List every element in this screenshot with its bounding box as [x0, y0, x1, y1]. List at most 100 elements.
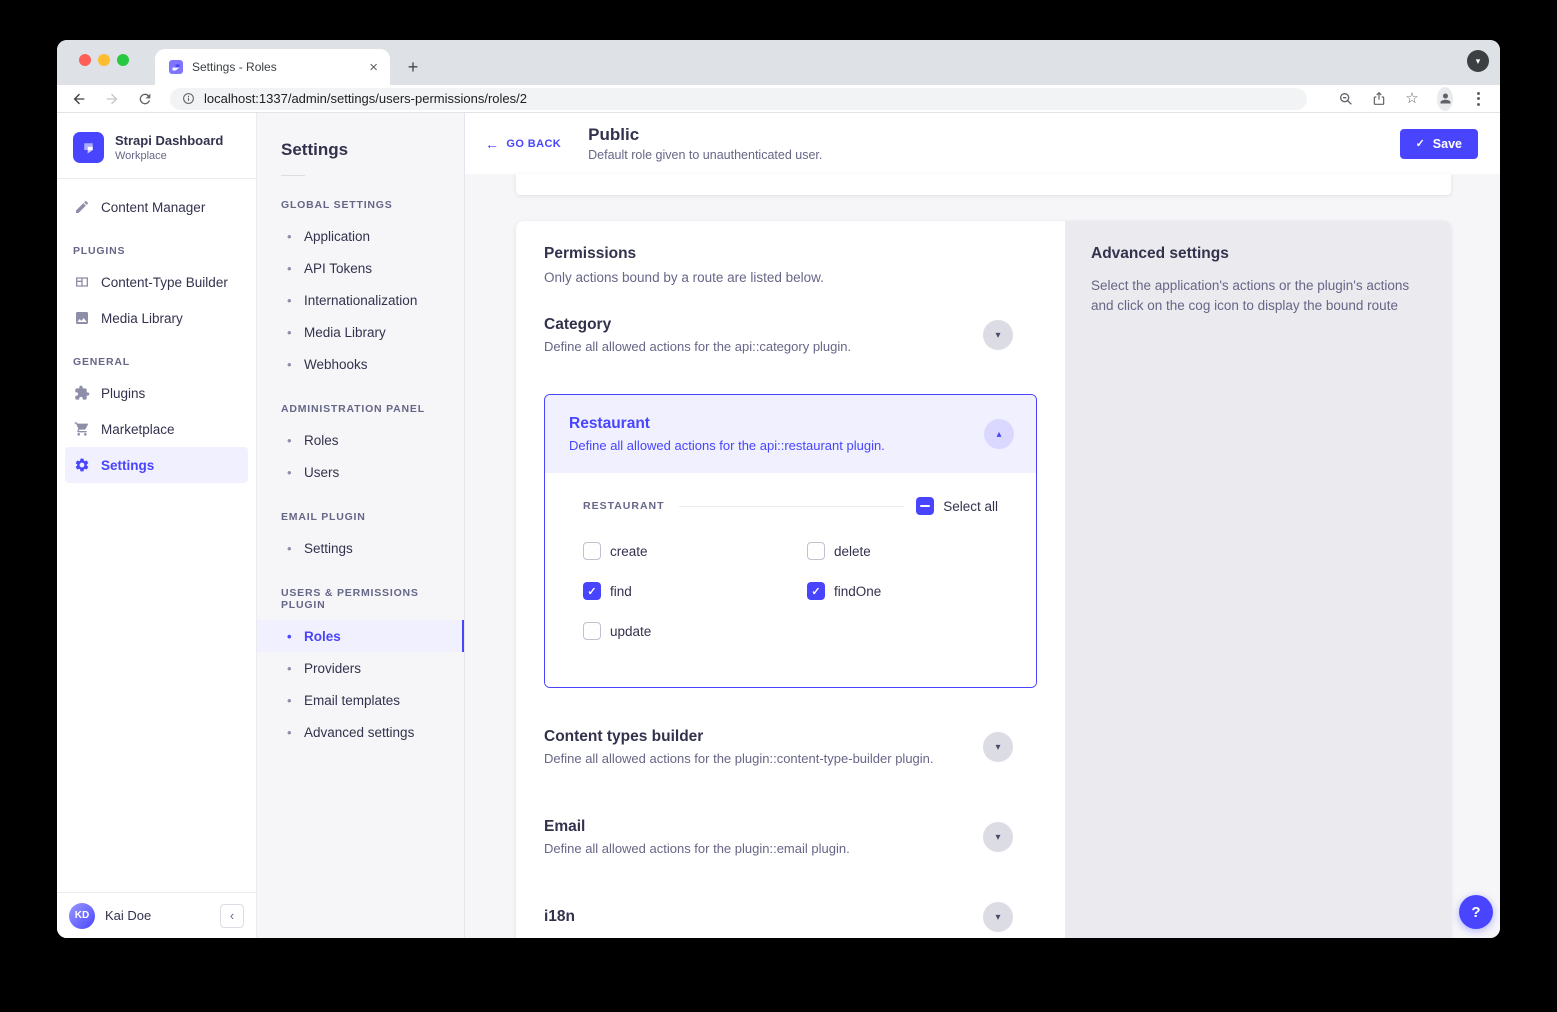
update-checkbox[interactable] [583, 622, 601, 640]
subnav-item-api-tokens[interactable]: API Tokens [257, 252, 464, 284]
browser-menu-icon[interactable] [1470, 91, 1486, 107]
accordion-i18n[interactable]: i18n ▾ [544, 908, 1037, 926]
subnav-group-email-plugin: EMAIL PLUGIN [281, 511, 440, 523]
subnav-item-webhooks[interactable]: Webhooks [257, 348, 464, 380]
puzzle-icon [73, 384, 91, 402]
sidebar-item-marketplace[interactable]: Marketplace [65, 411, 248, 447]
subnav-item-up-roles[interactable]: Roles [257, 620, 464, 652]
role-header: ← GO BACK Public Default role given to u… [465, 113, 1500, 174]
subnav-item-providers[interactable]: Providers [257, 652, 464, 684]
chevron-down-icon[interactable]: ▾ [983, 822, 1013, 852]
sidebar-section-plugins: PLUGINS [73, 245, 240, 257]
window-controls [79, 54, 129, 66]
forward-icon[interactable] [104, 91, 120, 107]
main-content: ← GO BACK Public Default role given to u… [465, 113, 1500, 938]
image-icon [73, 309, 91, 327]
chevron-down-icon[interactable]: ▾ [983, 320, 1013, 350]
subnav-item-media-library[interactable]: Media Library [257, 316, 464, 348]
share-icon[interactable] [1371, 91, 1387, 107]
subnav-item-admin-users[interactable]: Users [257, 456, 464, 488]
accordion-restaurant: Restaurant Define all allowed actions fo… [544, 394, 1037, 688]
subnav-item-email-settings[interactable]: Settings [257, 532, 464, 564]
find-checkbox[interactable]: ✓ [583, 582, 601, 600]
permissions-panel: Permissions Only actions bound by a rout… [516, 221, 1451, 938]
sidebar-item-settings[interactable]: Settings [65, 447, 248, 483]
advanced-settings-description: Select the application's actions or the … [1091, 276, 1421, 315]
sidebar-item-label: Plugins [101, 386, 145, 401]
subnav-group-global-settings: GLOBAL SETTINGS [281, 199, 440, 211]
sidebar-item-plugins[interactable]: Plugins [65, 375, 248, 411]
collapse-sidebar-button[interactable]: ‹ [220, 904, 244, 928]
accordion-restaurant-body: RESTAURANT Select all create [545, 473, 1036, 687]
subnav-divider [281, 175, 305, 176]
app-name: Strapi Dashboard [115, 133, 223, 149]
save-button[interactable]: ✓ Save [1400, 129, 1478, 159]
accordion-restaurant-header[interactable]: Restaurant Define all allowed actions fo… [545, 395, 1036, 473]
url-text: localhost:1337/admin/settings/users-perm… [204, 91, 527, 106]
action-create: create [583, 542, 807, 560]
chevron-up-icon[interactable]: ▴ [984, 419, 1014, 449]
help-button[interactable]: ? [1459, 895, 1493, 929]
back-arrow-icon: ← [485, 136, 499, 152]
select-all-checkbox[interactable] [916, 497, 934, 515]
tab-close-icon[interactable]: × [369, 60, 378, 75]
sidebar-section-general: GENERAL [73, 356, 240, 368]
subnav-item-email-templates[interactable]: Email templates [257, 684, 464, 716]
cart-icon [73, 420, 91, 438]
close-window-button[interactable] [79, 54, 91, 66]
tab-search-button[interactable]: ▾ [1467, 50, 1489, 72]
browser-tab[interactable]: Settings - Roles × [155, 49, 390, 85]
permissions-subtitle: Only actions bound by a route are listed… [544, 270, 1037, 285]
role-details-card-bottom [516, 174, 1451, 195]
check-icon: ✓ [1416, 137, 1425, 150]
sidebar-item-label: Media Library [101, 311, 183, 326]
subnav-item-internationalization[interactable]: Internationalization [257, 284, 464, 316]
app-sidebar: Strapi Dashboard Workplace Content Manag… [57, 113, 257, 938]
delete-checkbox[interactable] [807, 542, 825, 560]
action-find: ✓ find [583, 582, 807, 600]
new-tab-button[interactable]: + [401, 55, 425, 79]
strapi-app: Strapi Dashboard Workplace Content Manag… [57, 113, 1500, 938]
action-findone: ✓ findOne [807, 582, 998, 600]
go-back-link[interactable]: ← GO BACK [485, 136, 561, 152]
sidebar-item-label: Content-Type Builder [101, 275, 228, 290]
sidebar-item-media-library[interactable]: Media Library [65, 300, 248, 336]
zoom-window-button[interactable] [117, 54, 129, 66]
strapi-favicon-icon [169, 60, 183, 74]
role-subtitle: Default role given to unauthenticated us… [588, 148, 822, 162]
actions-grid: create delete ✓ find [583, 542, 998, 640]
advanced-settings-panel: Advanced settings Select the application… [1065, 221, 1451, 938]
group-divider [679, 506, 905, 507]
profile-avatar-icon[interactable] [1437, 91, 1453, 107]
bookmark-star-icon[interactable]: ☆ [1404, 91, 1420, 107]
reload-icon[interactable] [137, 91, 153, 107]
subnav-title: Settings [281, 140, 440, 160]
subnav-item-application[interactable]: Application [257, 220, 464, 252]
minimize-window-button[interactable] [98, 54, 110, 66]
user-name: Kai Doe [105, 908, 151, 923]
sidebar-item-content-manager[interactable]: Content Manager [65, 189, 248, 225]
sidebar-item-content-type-builder[interactable]: Content-Type Builder [65, 264, 248, 300]
site-info-icon[interactable] [182, 92, 195, 105]
back-icon[interactable] [71, 91, 87, 107]
zoom-page-icon[interactable] [1338, 91, 1354, 107]
sidebar-item-label: Marketplace [101, 422, 175, 437]
findone-checkbox[interactable]: ✓ [807, 582, 825, 600]
tab-title: Settings - Roles [192, 60, 369, 74]
user-avatar[interactable]: KD [69, 903, 95, 929]
select-all-label: Select all [943, 499, 998, 514]
restaurant-group-label: RESTAURANT [583, 500, 665, 512]
subnav-item-admin-roles[interactable]: Roles [257, 424, 464, 456]
accordion-category[interactable]: Category Define all allowed actions for … [544, 316, 1037, 354]
workspace-switcher[interactable]: Strapi Dashboard Workplace [57, 113, 256, 178]
url-bar[interactable]: localhost:1337/admin/settings/users-perm… [170, 88, 1307, 110]
create-checkbox[interactable] [583, 542, 601, 560]
action-delete: delete [807, 542, 998, 560]
subnav-group-administration-panel: ADMINISTRATION PANEL [281, 403, 440, 415]
subnav-item-advanced-settings[interactable]: Advanced settings [257, 716, 464, 748]
accordion-content-types-builder[interactable]: Content types builder Define all allowed… [544, 728, 1037, 766]
chevron-down-icon[interactable]: ▾ [983, 732, 1013, 762]
accordion-email[interactable]: Email Define all allowed actions for the… [544, 818, 1037, 856]
permissions-section: Permissions Only actions bound by a rout… [516, 221, 1065, 938]
chevron-down-icon[interactable]: ▾ [983, 902, 1013, 932]
